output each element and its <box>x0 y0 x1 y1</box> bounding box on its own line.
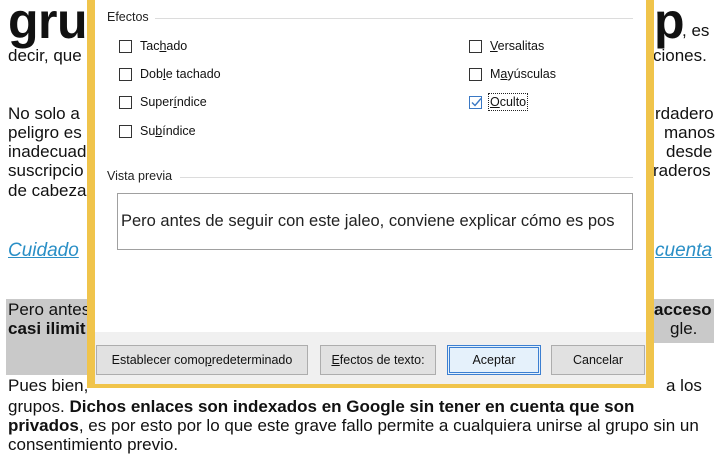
accept-button[interactable]: Aceptar <box>447 345 541 375</box>
checkbox-superindice-box[interactable] <box>119 95 132 109</box>
checkbox-versalitas-box[interactable] <box>469 39 482 53</box>
checkbox-oculto-box[interactable] <box>469 95 482 109</box>
doc-para3-l1-right: a los <box>666 376 702 395</box>
doc-link-right[interactable]: cuenta <box>655 240 712 262</box>
preview-group-label: Vista previa <box>107 169 173 183</box>
doc-para3-l3: privados, es por esto por lo que este gr… <box>8 416 699 435</box>
doc-para3-l2-normal: grupos. <box>8 397 70 416</box>
doc-title-right: p <box>654 0 685 49</box>
doc-para2-l0: No solo a <box>8 104 80 123</box>
doc-para3-l4: consentimiento previo. <box>8 435 179 454</box>
set-default-button[interactable]: Establecer como p redeterminado <box>96 345 308 375</box>
checkbox-oculto-label: Oculto <box>487 93 529 111</box>
doc-para2-l2: inadecuad <box>8 142 87 161</box>
doc-para2-r2: desde <box>666 142 713 161</box>
doc-line1-left: decir, que <box>8 46 82 65</box>
doc-para3-l3-normal: , es por esto por lo que este grave fall… <box>78 416 699 435</box>
checkbox-tachado-box[interactable] <box>119 39 132 53</box>
text-effects-button[interactable]: Efectos de texto: <box>320 345 436 375</box>
doc-shaded-l2-left: casi ilimit <box>8 319 86 338</box>
checkbox-versalitas-label: Versalitas <box>490 39 545 53</box>
doc-para3-l1-left: Pues bien, <box>8 376 89 395</box>
checkbox-doble-tachado-box[interactable] <box>119 67 132 81</box>
checkbox-doble-tachado-label: Doble tachado <box>140 67 221 81</box>
doc-para3-l2-bold: Dichos enlaces son indexados en Google s… <box>69 397 635 416</box>
checkbox-oculto[interactable]: Oculto <box>469 93 529 111</box>
doc-link-left[interactable]: Cuidado <box>8 240 79 262</box>
checkmark-icon <box>471 97 482 107</box>
doc-para2-l4: de cabeza <box>8 181 87 200</box>
checkbox-tachado-label: Tachado <box>140 39 188 53</box>
checkbox-tachado[interactable]: Tachado <box>119 39 187 53</box>
doc-shaded-l1-right: acceso <box>654 300 712 319</box>
checkbox-subindice-label: Subíndice <box>140 124 196 138</box>
doc-para2-r0: rdadero <box>655 104 714 123</box>
doc-title-left: gru <box>8 0 88 49</box>
checkbox-mayusculas[interactable]: Mayúsculas <box>469 67 556 81</box>
effects-group-divider <box>155 18 633 19</box>
effects-group-label: Efectos <box>107 10 149 24</box>
doc-para2-l1: peligro es <box>8 123 82 142</box>
preview-group-divider <box>180 177 633 178</box>
checkbox-mayusculas-label: Mayúsculas <box>490 67 557 81</box>
preview-box: Pero antes de seguir con este jaleo, con… <box>117 193 633 250</box>
checkbox-doble-tachado[interactable]: Doble tachado <box>119 67 221 81</box>
doc-line1-right: ciones. <box>653 46 707 65</box>
doc-para3-l3-bold: privados <box>8 416 79 435</box>
checkbox-superindice[interactable]: Superíndice <box>119 95 207 109</box>
checkbox-versalitas[interactable]: Versalitas <box>469 39 544 53</box>
doc-para2-r3: raderos <box>653 161 711 180</box>
doc-title-tail: , es <box>682 21 710 40</box>
cancel-button[interactable]: Cancelar <box>551 345 645 375</box>
doc-shaded-l1-left: Pero antes <box>8 300 91 319</box>
checkbox-subindice[interactable]: Subíndice <box>119 124 196 138</box>
checkbox-mayusculas-box[interactable] <box>469 67 482 81</box>
doc-para2-l3: suscripcio <box>8 161 84 180</box>
checkbox-superindice-label: Superíndice <box>140 95 207 109</box>
doc-shaded-l2-right: gle. <box>670 319 698 338</box>
doc-para3-l2: grupos. Dichos enlaces son indexados en … <box>8 397 634 416</box>
doc-para2-r1: manos <box>664 123 716 142</box>
checkbox-subindice-box[interactable] <box>119 124 132 138</box>
preview-text: Pero antes de seguir con este jaleo, con… <box>121 212 615 230</box>
